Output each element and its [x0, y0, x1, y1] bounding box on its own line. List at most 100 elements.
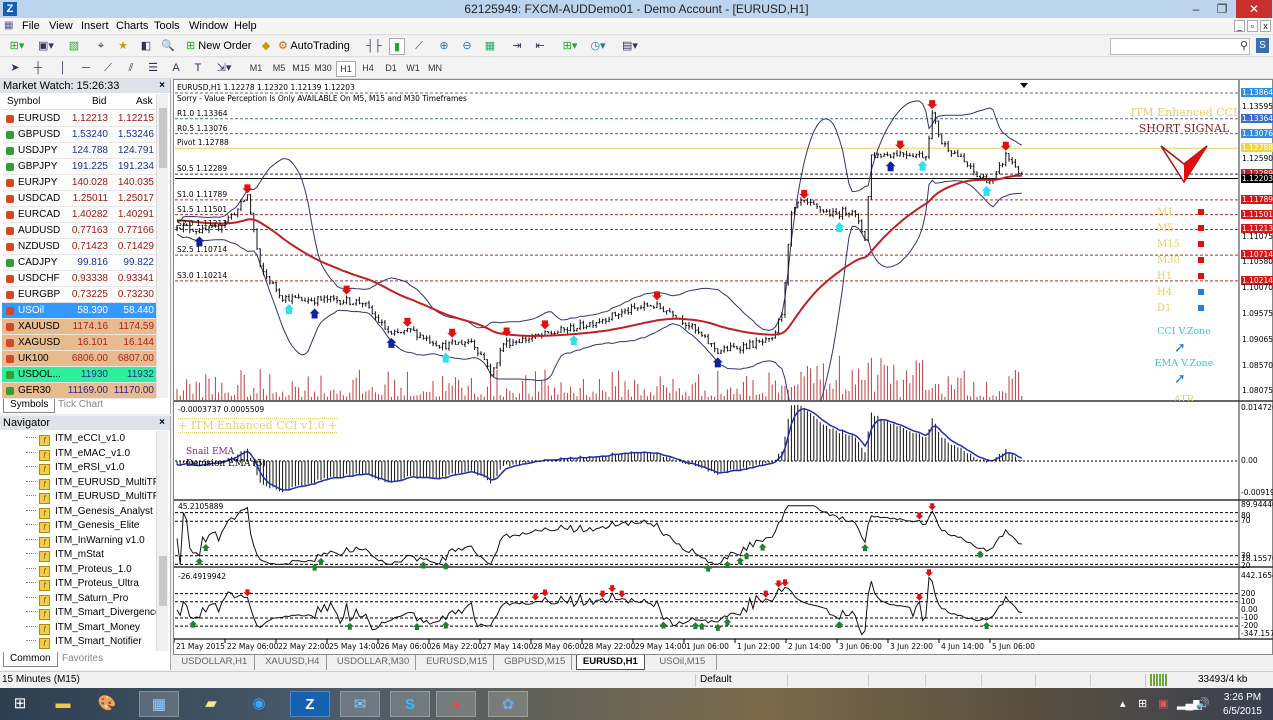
navigator-icon[interactable]: ★	[115, 38, 131, 55]
zoom-in-icon[interactable]: ⊕	[436, 38, 452, 55]
column-ask[interactable]: Ask	[136, 94, 153, 110]
equidistant-channel-icon[interactable]: ⫽	[124, 60, 138, 77]
market-watch-row[interactable]: GBPJPY 191.225 191.234	[2, 159, 156, 175]
chart-shift-icon[interactable]: ⇥	[509, 38, 525, 55]
new-order-button[interactable]: ⊞ New Order	[186, 38, 258, 55]
text-label-icon[interactable]: T	[191, 60, 205, 77]
mdi-restore-button[interactable]: ▫	[1247, 20, 1258, 32]
navigator-item[interactable]: f ITM_Proteus_Ultra	[26, 577, 156, 591]
market-watch-row[interactable]: EURGBP 0.73225 0.73230	[2, 287, 156, 303]
market-watch-scrollbar[interactable]	[156, 94, 168, 398]
thunderbird-icon[interactable]: ✉	[340, 691, 380, 717]
profiles-icon[interactable]: ▣▾	[35, 38, 57, 55]
chart-tab[interactable]: USDOLLAR,M30	[331, 655, 417, 670]
signals-icon[interactable]: S	[1256, 38, 1269, 53]
timeframe-h1[interactable]: H1	[336, 61, 356, 77]
market-watch-row[interactable]: EURCAD 1.40282 1.40291	[2, 207, 156, 223]
navigator-item[interactable]: f ITM_Genesis_Elite	[26, 519, 156, 533]
search-input[interactable]	[1110, 38, 1250, 55]
navigator-item[interactable]: f ITM_InWarning v1.0	[26, 534, 156, 548]
market-watch-row[interactable]: USDJPY 124.788 124.791	[2, 143, 156, 159]
data-window-icon[interactable]: ⌖	[93, 38, 109, 55]
chart-tab[interactable]: USOil,M15	[649, 655, 717, 670]
market-watch-row[interactable]: CADJPY 99.816 99.822	[2, 255, 156, 271]
tab-favorites[interactable]: Favorites	[56, 652, 109, 667]
chart-window[interactable]: EURUSD,H1 1.12278 1.12320 1.12139 1.1220…	[173, 79, 1273, 655]
metatrader-icon[interactable]: Z	[290, 691, 330, 717]
terminal-icon[interactable]: ◧	[138, 38, 154, 55]
market-watch-row[interactable]: EURJPY 140.028 140.035	[2, 175, 156, 191]
menu-help[interactable]: Help	[234, 20, 257, 32]
navigator-item[interactable]: f ITM_Smart_Notifier	[26, 635, 156, 649]
market-watch-row[interactable]: UK100 6806.00 6807.00	[2, 351, 156, 367]
line-chart-icon[interactable]: ⟋	[411, 38, 427, 55]
new-chart-icon[interactable]: ⊞▾	[6, 38, 28, 55]
mdi-minimize-button[interactable]: _	[1234, 20, 1245, 32]
crosshair-icon[interactable]: ┼	[31, 60, 45, 77]
close-icon[interactable]: ×	[159, 416, 165, 430]
navigator-item[interactable]: f ITM_Genesis_Analyst	[26, 505, 156, 519]
navigator-item[interactable]: f ITM_Proteus_1.0	[26, 563, 156, 577]
bar-chart-icon[interactable]: ┤├	[366, 38, 382, 55]
market-watch-icon[interactable]: ▧	[66, 38, 82, 55]
chart-tab[interactable]: GBPUSD,M15	[498, 655, 573, 670]
tray-time[interactable]: 3:26 PM	[1220, 692, 1265, 703]
paint-icon[interactable]: 🎨	[87, 691, 127, 717]
tray-date[interactable]: 6/5/2015	[1220, 706, 1265, 717]
market-watch-row[interactable]: USDOL... 11930 11932	[2, 367, 156, 383]
cursor-icon[interactable]: ➤	[8, 60, 22, 77]
chart-tab[interactable]: EURUSD,H1	[576, 655, 645, 670]
chart-canvas[interactable]	[174, 80, 1273, 656]
navigator-item[interactable]: f ITM_EURUSD_MultiTF_Tr	[26, 490, 156, 504]
autotrading-button[interactable]: ⚙ AutoTrading	[278, 38, 354, 55]
timeframe-m30[interactable]: M30	[313, 61, 333, 75]
tray-expand-icon[interactable]: ▴	[1120, 697, 1126, 710]
trendline-icon[interactable]: ⟋	[101, 60, 115, 77]
navigator-item[interactable]: f ITM_eRSI_v1.0	[26, 461, 156, 475]
market-watch-row[interactable]: GBPUSD 1.53240 1.53246	[2, 127, 156, 143]
search-icon[interactable]: ⚲	[1240, 39, 1248, 52]
start-icon[interactable]: ⊞	[0, 691, 40, 717]
zoom-out-icon[interactable]: ⊖	[459, 38, 475, 55]
market-watch-row[interactable]: AUDUSD 0.77163 0.77166	[2, 223, 156, 239]
teamviewer-icon[interactable]: ◉	[239, 691, 279, 717]
tile-windows-icon[interactable]: ▦	[482, 38, 498, 55]
tray-network-warning-icon[interactable]: ▣	[1158, 697, 1168, 710]
skype-icon[interactable]: S	[390, 691, 430, 717]
navigator-item[interactable]: f ITM_EURUSD_MultiTF_Tr	[26, 476, 156, 490]
arrows-icon[interactable]: ⇲▾	[214, 60, 234, 77]
market-watch-row[interactable]: USOil 58.390 58.440	[2, 303, 156, 319]
market-watch-row[interactable]: USDCHF 0.93338 0.93341	[2, 271, 156, 287]
column-bid[interactable]: Bid	[92, 94, 106, 110]
timeframe-m1[interactable]: M1	[246, 61, 266, 75]
calculator-icon[interactable]: ▦	[139, 691, 179, 717]
menu-insert[interactable]: Insert	[81, 20, 109, 32]
tab-symbols[interactable]: Symbols	[3, 398, 56, 413]
timeframe-mn[interactable]: MN	[425, 61, 445, 75]
timeframe-w1[interactable]: W1	[403, 61, 423, 75]
market-watch-row[interactable]: GER30 11169.00 11170.00	[2, 383, 156, 399]
indicators-icon[interactable]: ⊞▾	[560, 38, 580, 55]
menu-charts[interactable]: Charts	[116, 20, 148, 32]
chart-tab[interactable]: EURUSD,M15	[420, 655, 495, 670]
timeframe-m15[interactable]: M15	[291, 61, 311, 75]
column-symbol[interactable]: Symbol	[7, 94, 40, 110]
connection-status-icon[interactable]	[1150, 674, 1168, 686]
periods-icon[interactable]: ◷▾	[588, 38, 608, 55]
sticky-notes-icon[interactable]: ▰	[191, 691, 231, 717]
menu-file[interactable]: File	[22, 20, 40, 32]
file-explorer-icon[interactable]: ▬	[43, 691, 83, 717]
menu-window[interactable]: Window	[189, 20, 228, 32]
auto-scroll-icon[interactable]: ⇤	[532, 38, 548, 55]
fibonacci-icon[interactable]: ☰	[146, 60, 160, 77]
templates-icon[interactable]: ▤▾	[620, 38, 640, 55]
maximize-button[interactable]: ❐	[1209, 0, 1235, 18]
menu-view[interactable]: View	[49, 20, 73, 32]
navigator-item[interactable]: f ITM_Saturn_Pro	[26, 592, 156, 606]
menu-tools[interactable]: Tools	[154, 20, 180, 32]
tab-common[interactable]: Common	[3, 652, 58, 667]
candlestick-chart-icon[interactable]: ▮	[389, 38, 405, 55]
text-icon[interactable]: A	[169, 60, 183, 77]
navigator-scrollbar[interactable]	[156, 431, 168, 651]
timeframe-d1[interactable]: D1	[381, 61, 401, 75]
